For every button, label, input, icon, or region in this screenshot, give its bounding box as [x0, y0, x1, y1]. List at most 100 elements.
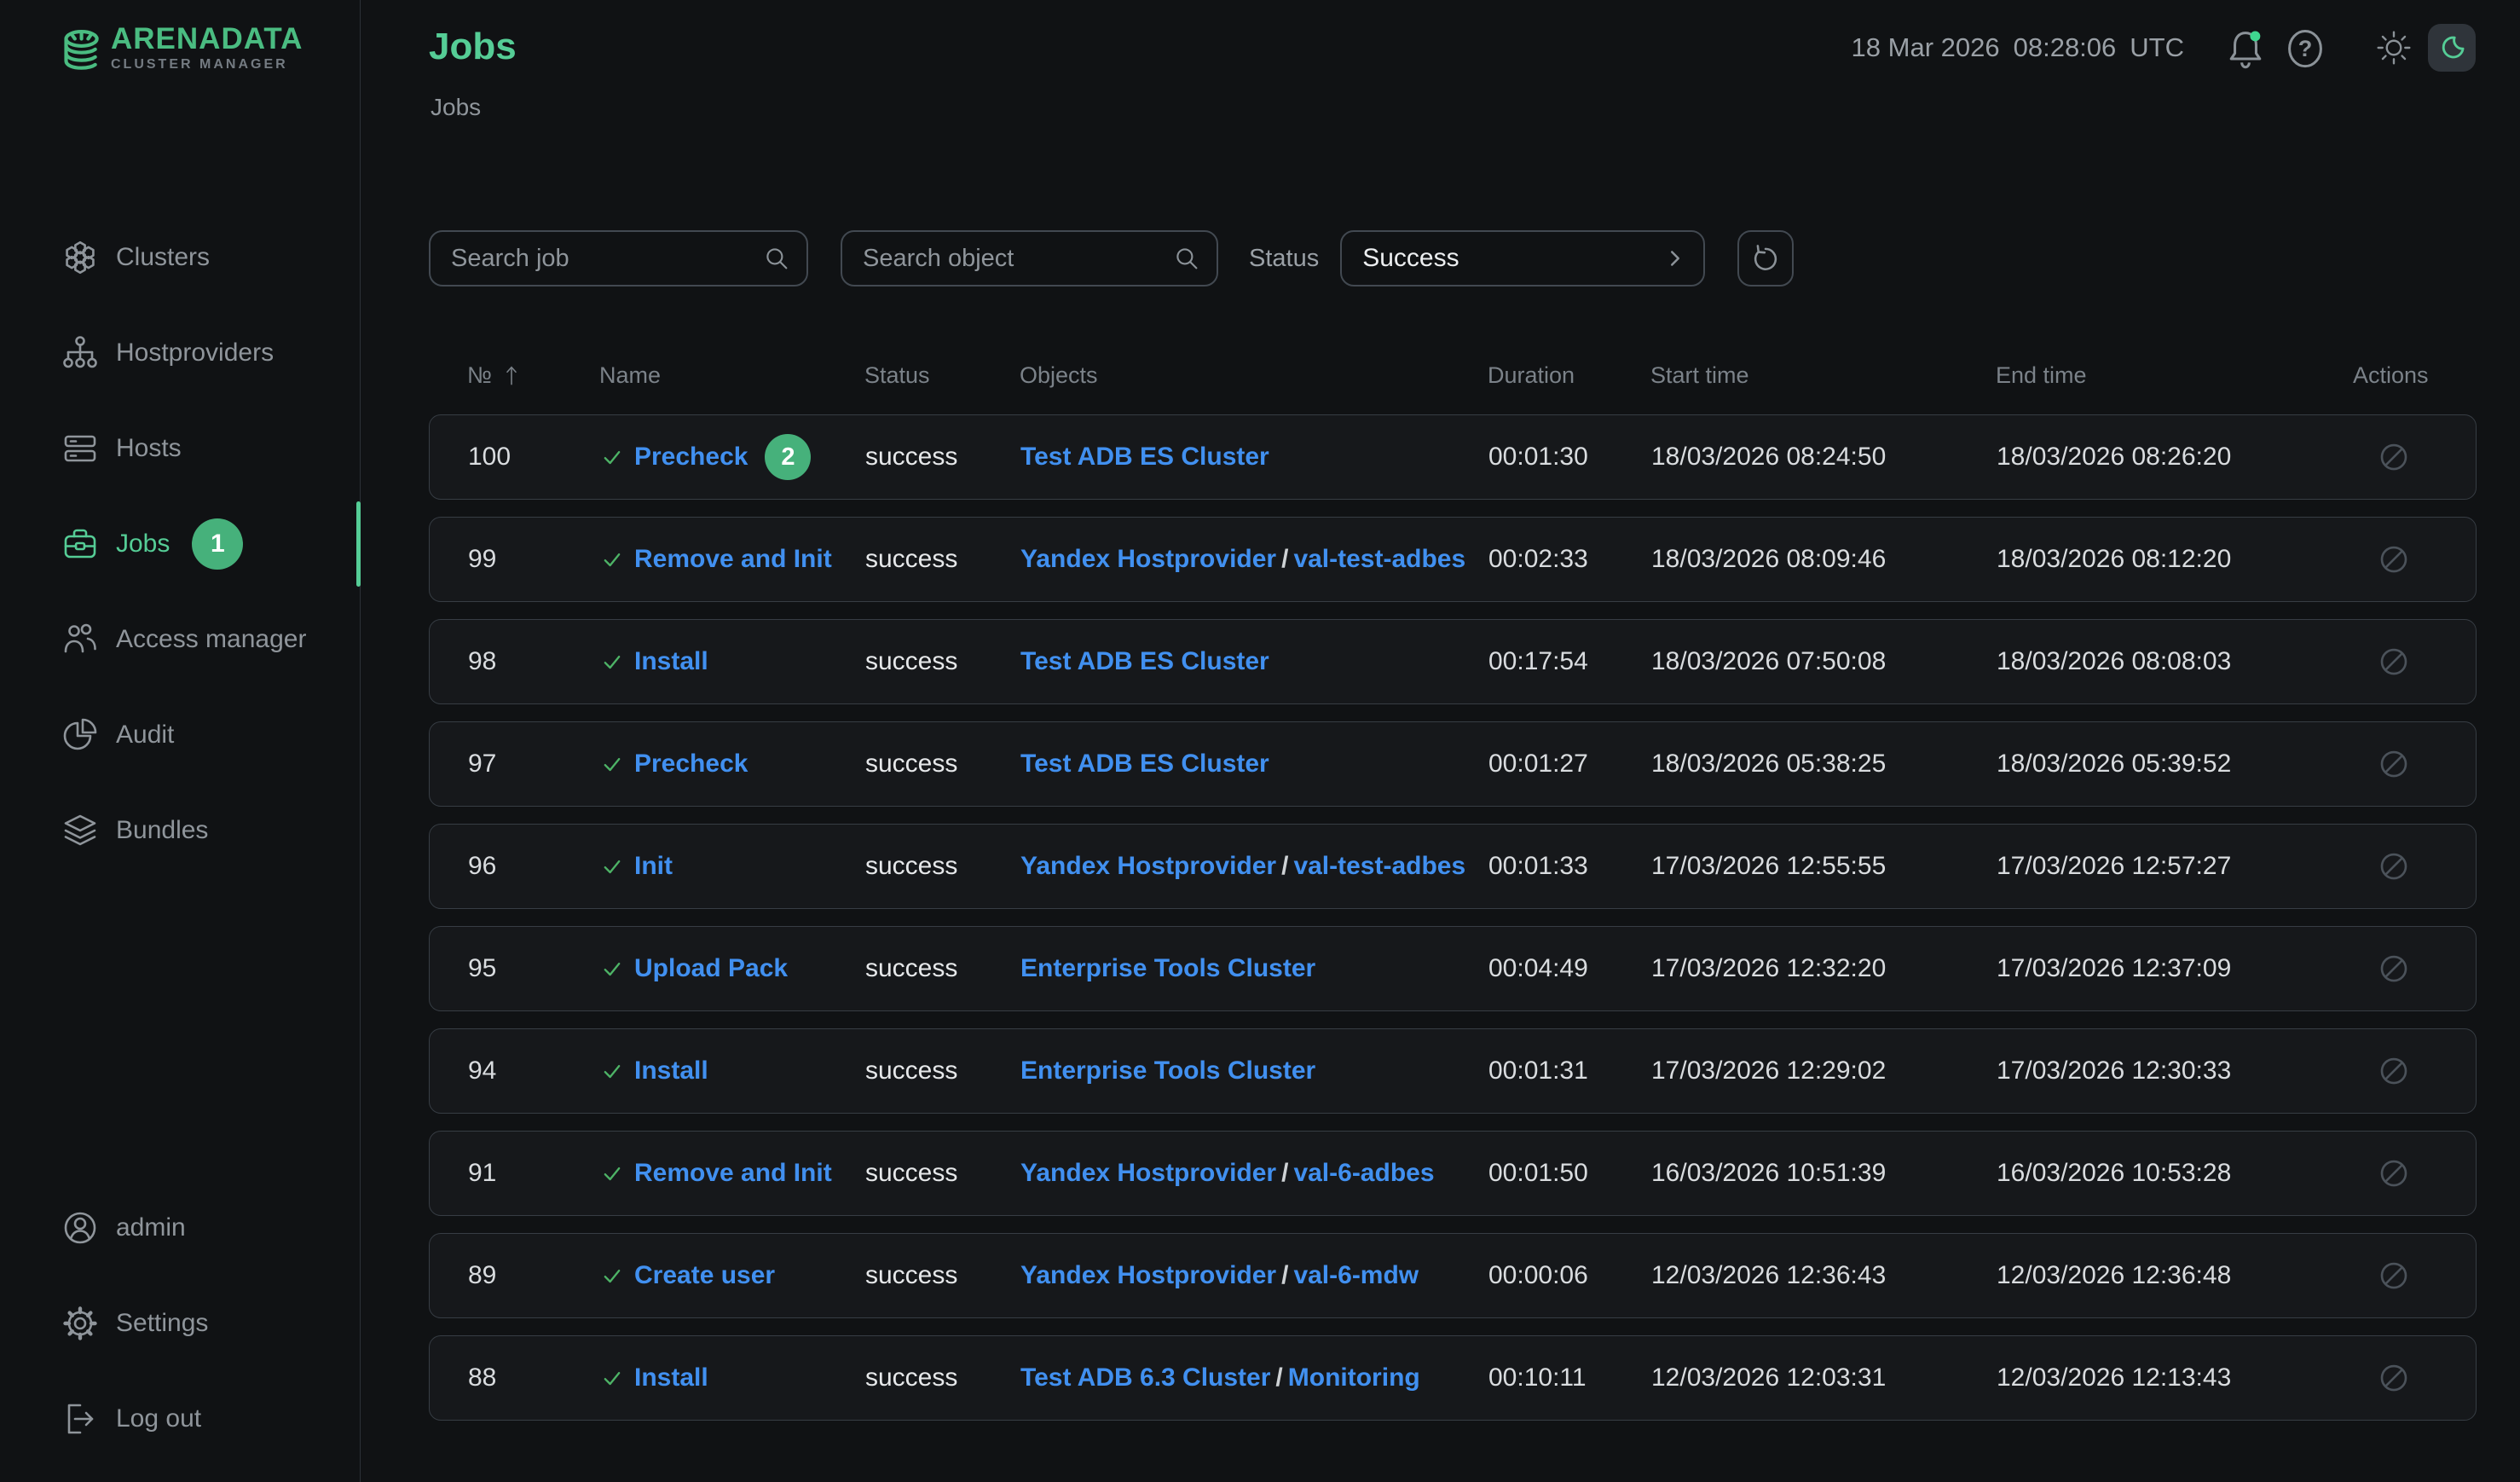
- job-name-link[interactable]: Install: [634, 647, 708, 676]
- refresh-icon: [1749, 242, 1782, 275]
- sidebar-item-admin[interactable]: admin: [0, 1180, 360, 1276]
- logout-icon: [60, 1398, 101, 1439]
- light-theme-button[interactable]: [2375, 29, 2413, 67]
- job-name-link[interactable]: Init: [634, 852, 673, 881]
- table-header: №NameStatusObjectsDurationStart timeEnd …: [429, 353, 2477, 397]
- job-duration: 00:01:27: [1488, 750, 1651, 779]
- gear-icon: [60, 1303, 101, 1344]
- stop-job-button[interactable]: [2376, 644, 2412, 680]
- sun-icon: [2375, 29, 2413, 67]
- job-name-link[interactable]: Precheck: [634, 750, 748, 779]
- job-start-time: 12/03/2026 12:03:31: [1651, 1363, 1997, 1392]
- column-header--[interactable]: №: [467, 362, 599, 389]
- moon-icon: [2436, 32, 2468, 64]
- job-name-cell: Remove and Init: [600, 545, 865, 574]
- object-link[interactable]: val-test-adbes: [1293, 545, 1465, 573]
- job-row: 95Upload PacksuccessEnterprise Tools Clu…: [429, 926, 2477, 1011]
- object-separator: /: [1281, 852, 1288, 880]
- object-link[interactable]: Enterprise Tools Cluster: [1020, 1057, 1315, 1085]
- sidebar-item-hosts[interactable]: Hosts: [0, 401, 360, 496]
- job-name-link[interactable]: Create user: [634, 1261, 775, 1290]
- success-check-icon: [600, 1264, 624, 1288]
- status-select[interactable]: Success: [1340, 230, 1705, 287]
- hostproviders-icon: [60, 333, 101, 373]
- object-link[interactable]: Test ADB ES Cluster: [1020, 750, 1269, 778]
- column-header-end-time[interactable]: End time: [1996, 362, 2353, 389]
- job-end-time: 17/03/2026 12:37:09: [1997, 954, 2354, 983]
- job-row: 99Remove and InitsuccessYandex Hostprovi…: [429, 517, 2477, 602]
- stop-job-button[interactable]: [2376, 1155, 2412, 1191]
- running-jobs-badge: 1: [192, 518, 243, 570]
- job-name-link[interactable]: Remove and Init: [634, 545, 832, 574]
- sidebar-item-log-out[interactable]: Log out: [0, 1371, 360, 1467]
- column-header-duration[interactable]: Duration: [1488, 362, 1650, 389]
- job-name-link[interactable]: Upload Pack: [634, 954, 788, 983]
- job-end-time: 16/03/2026 10:53:28: [1997, 1159, 2354, 1188]
- column-header-name[interactable]: Name: [599, 362, 864, 389]
- job-start-time: 17/03/2026 12:55:55: [1651, 852, 1997, 881]
- sidebar-item-settings[interactable]: Settings: [0, 1276, 360, 1371]
- arenadata-logo[interactable]: ARENADATA CLUSTER MANAGER: [53, 22, 303, 78]
- object-link[interactable]: val-6-adbes: [1293, 1159, 1434, 1187]
- sidebar-item-clusters[interactable]: Clusters: [0, 210, 360, 305]
- sidebar-item-audit[interactable]: Audit: [0, 687, 360, 783]
- stop-job-button[interactable]: [2376, 951, 2412, 987]
- object-link[interactable]: Yandex Hostprovider: [1020, 852, 1276, 880]
- stop-job-button[interactable]: [2376, 1360, 2412, 1396]
- job-actions-cell: [2354, 1155, 2476, 1191]
- column-header-actions[interactable]: Actions: [2353, 362, 2477, 389]
- status-filter-label: Status: [1249, 245, 1319, 273]
- sidebar-item-label: Jobs: [116, 530, 170, 559]
- object-link[interactable]: Test ADB 6.3 Cluster: [1020, 1363, 1270, 1392]
- success-check-icon: [600, 650, 624, 674]
- object-link[interactable]: Yandex Hostprovider: [1020, 1159, 1276, 1187]
- search-object-wrap: [841, 230, 1218, 287]
- object-link[interactable]: Yandex Hostprovider: [1020, 545, 1276, 573]
- job-name-cell: Remove and Init: [600, 1159, 865, 1188]
- column-header-status[interactable]: Status: [864, 362, 1020, 389]
- job-row: 88InstallsuccessTest ADB 6.3 Cluster/Mon…: [429, 1335, 2477, 1421]
- object-separator: /: [1275, 1363, 1282, 1392]
- notifications-bell-button[interactable]: [2223, 24, 2268, 72]
- job-name-link[interactable]: Precheck: [634, 443, 748, 472]
- job-end-time: 12/03/2026 12:13:43: [1997, 1363, 2354, 1392]
- object-link[interactable]: Test ADB ES Cluster: [1020, 647, 1269, 675]
- search-job-input[interactable]: [429, 230, 808, 287]
- object-link[interactable]: val-test-adbes: [1293, 852, 1465, 880]
- sidebar-item-access-manager[interactable]: Access manager: [0, 592, 360, 687]
- object-link[interactable]: Monitoring: [1288, 1363, 1420, 1392]
- ban-icon: [2376, 1258, 2412, 1294]
- job-name-link[interactable]: Remove and Init: [634, 1159, 832, 1188]
- column-header-start-time[interactable]: Start time: [1650, 362, 1996, 389]
- stop-job-button[interactable]: [2376, 541, 2412, 577]
- job-name-link[interactable]: Install: [634, 1363, 708, 1392]
- sidebar-bottom-nav: adminSettingsLog out: [0, 1180, 360, 1467]
- search-object-input[interactable]: [841, 230, 1218, 287]
- object-link[interactable]: Test ADB ES Cluster: [1020, 443, 1269, 471]
- object-link[interactable]: Enterprise Tools Cluster: [1020, 954, 1315, 982]
- job-status: success: [865, 750, 1020, 779]
- job-end-time: 18/03/2026 08:12:20: [1997, 545, 2354, 574]
- job-number: 96: [468, 852, 600, 881]
- stop-job-button[interactable]: [2376, 1053, 2412, 1089]
- job-name-link[interactable]: Install: [634, 1057, 708, 1085]
- sidebar-item-bundles[interactable]: Bundles: [0, 783, 360, 878]
- job-actions-cell: [2354, 541, 2476, 577]
- stop-job-button[interactable]: [2376, 848, 2412, 884]
- object-link[interactable]: val-6-mdw: [1293, 1261, 1419, 1289]
- refresh-button[interactable]: [1737, 230, 1794, 287]
- column-header-objects[interactable]: Objects: [1020, 362, 1488, 389]
- job-number: 89: [468, 1261, 600, 1290]
- job-name-cell: Create user: [600, 1261, 865, 1290]
- help-button[interactable]: ?: [2283, 24, 2327, 72]
- time-text: 08:28:06: [2014, 32, 2117, 63]
- object-link[interactable]: Yandex Hostprovider: [1020, 1261, 1276, 1289]
- job-number: 88: [468, 1363, 600, 1392]
- stop-job-button[interactable]: [2376, 439, 2412, 475]
- sidebar-item-jobs[interactable]: Jobs 1: [0, 496, 360, 592]
- sidebar-item-hostproviders[interactable]: Hostproviders: [0, 305, 360, 401]
- stop-job-button[interactable]: [2376, 746, 2412, 782]
- job-objects: Yandex Hostprovider/val-6-mdw: [1020, 1261, 1488, 1290]
- dark-theme-button[interactable]: [2428, 24, 2476, 72]
- stop-job-button[interactable]: [2376, 1258, 2412, 1294]
